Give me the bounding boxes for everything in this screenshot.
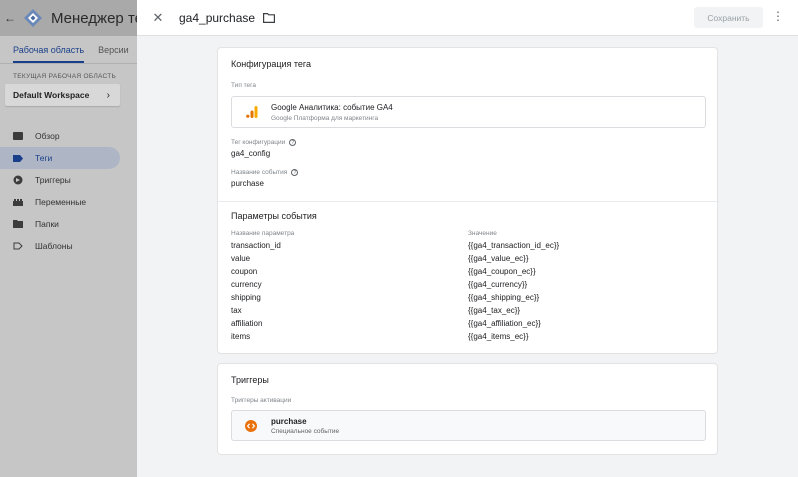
template-icon xyxy=(13,241,23,251)
sidebar-item-label: Триггеры xyxy=(35,175,71,185)
param-name: affiliation xyxy=(231,319,263,328)
tab-versions[interactable]: Версии xyxy=(98,45,129,63)
param-value: {{ga4_tax_ec}} xyxy=(468,306,521,315)
tag-type-selector[interactable]: Google Аналитика: событие GA4 Google Пла… xyxy=(231,96,706,128)
param-value: {{ga4_transaction_id_ec}} xyxy=(468,241,560,250)
help-icon[interactable]: ? xyxy=(289,139,297,146)
param-name: shipping xyxy=(231,293,261,302)
param-value: {{ga4_shipping_ec}} xyxy=(468,293,540,302)
google-analytics-icon xyxy=(246,106,258,118)
tag-editor-panel: ✕ ga4_purchase Сохранить ⋮ Конфигурация … xyxy=(137,0,798,477)
card-title: Конфигурация тега xyxy=(231,59,312,69)
tag-icon xyxy=(13,153,23,163)
param-name: tax xyxy=(231,306,242,315)
sidebar-tabs: Рабочая область Версии xyxy=(0,38,137,64)
config-tag-value: ga4_config xyxy=(231,149,271,158)
sidebar-item-label: Переменные xyxy=(35,197,87,207)
event-name-value: purchase xyxy=(231,179,264,188)
param-name-header: Название параметра xyxy=(231,230,295,237)
app-title: Менеджер тегов xyxy=(51,9,137,27)
sidebar-item-overview[interactable]: Обзор xyxy=(0,125,120,147)
param-value: {{ga4_currency}} xyxy=(468,280,528,289)
event-params-title: Параметры события xyxy=(231,211,317,221)
tab-workspace[interactable]: Рабочая область xyxy=(13,45,85,63)
overview-icon xyxy=(13,131,23,141)
event-name-label: Название события? xyxy=(231,169,299,177)
save-button[interactable]: Сохранить xyxy=(694,7,763,28)
tag-type-subtitle: Google Платформа для маркетинга xyxy=(271,114,379,122)
trigger-type: Специальное событие xyxy=(271,427,340,435)
tag-type-text: Google Аналитика: событие GA4 Google Пла… xyxy=(271,103,393,122)
sidebar-item-folders[interactable]: Папки xyxy=(0,213,120,235)
folder-icon[interactable] xyxy=(263,12,276,23)
sidebar-item-label: Теги xyxy=(35,153,53,163)
table-row: coupon {{ga4_coupon_ec}} xyxy=(231,267,711,280)
trigger-item-purchase[interactable]: purchase Специальное событие xyxy=(231,410,706,441)
workspace-name: Default Workspace xyxy=(13,90,90,100)
variables-icon xyxy=(13,197,23,207)
tag-name-title[interactable]: ga4_purchase xyxy=(179,11,255,25)
param-name: transaction_id xyxy=(231,241,281,250)
config-tag-label: Тег конфигурации? xyxy=(231,139,297,147)
trigger-name: purchase xyxy=(271,416,307,426)
sidebar-item-label: Обзор xyxy=(35,131,60,141)
sidebar-item-label: Шаблоны xyxy=(35,241,73,251)
param-name: currency xyxy=(231,280,262,289)
editor-topbar: ✕ ga4_purchase Сохранить ⋮ xyxy=(137,0,798,36)
chevron-right-icon: › xyxy=(106,89,110,101)
param-value: {{ga4_items_ec}} xyxy=(468,332,529,341)
card-title: Триггеры xyxy=(231,375,269,385)
triggers-card: Триггеры Триггеры активации purchase Спе… xyxy=(217,363,718,455)
table-row: currency {{ga4_currency}} xyxy=(231,280,711,293)
param-value: {{ga4_affiliation_ec}} xyxy=(468,319,541,328)
table-row: transaction_id {{ga4_transaction_id_ec}} xyxy=(231,241,711,254)
tag-configuration-card: Конфигурация тега Тип тега Google Аналит… xyxy=(217,47,719,354)
custom-event-icon xyxy=(245,419,257,432)
config-tag-label-text: Тег конфигурации xyxy=(231,139,286,147)
sidebar-header: ← Менеджер тегов xyxy=(0,0,137,36)
sidebar: ← Менеджер тегов Рабочая область Версии … xyxy=(0,0,137,477)
sidebar-item-tags[interactable]: Теги xyxy=(0,147,120,169)
gtm-logo-icon xyxy=(24,9,42,27)
table-row: tax {{ga4_tax_ec}} xyxy=(231,306,711,319)
close-icon[interactable]: ✕ xyxy=(151,10,165,26)
param-value-header: Значение xyxy=(468,230,497,237)
param-value: {{ga4_coupon_ec}} xyxy=(468,267,536,276)
workspace-selector[interactable]: Default Workspace › xyxy=(5,84,120,106)
trigger-text: purchase Специальное событие xyxy=(271,417,339,435)
more-vert-icon[interactable]: ⋮ xyxy=(772,10,784,22)
tag-type-name: Google Аналитика: событие GA4 xyxy=(271,102,393,112)
divider xyxy=(218,201,719,202)
table-row: affiliation {{ga4_affiliation_ec}} xyxy=(231,319,711,332)
table-row: items {{ga4_items_ec}} xyxy=(231,332,711,345)
sidebar-item-label: Папки xyxy=(35,219,59,229)
sidebar-item-templates[interactable]: Шаблоны xyxy=(0,235,120,257)
param-value: {{ga4_value_ec}} xyxy=(468,254,529,263)
sidebar-item-variables[interactable]: Переменные xyxy=(0,191,120,213)
param-name: items xyxy=(231,332,251,341)
sidebar-nav: Обзор Теги Триггеры Переменные Папки Шаб… xyxy=(0,125,137,257)
tag-type-label: Тип тега xyxy=(231,82,257,89)
param-name: value xyxy=(231,254,251,263)
firing-triggers-label: Триггеры активации xyxy=(231,397,292,404)
table-row: shipping {{ga4_shipping_ec}} xyxy=(231,293,711,306)
workspace-label: ТЕКУЩАЯ РАБОЧАЯ ОБЛАСТЬ xyxy=(13,73,117,80)
help-icon[interactable]: ? xyxy=(291,169,299,176)
table-row: value {{ga4_value_ec}} xyxy=(231,254,711,267)
event-name-label-text: Название события xyxy=(231,169,288,177)
trigger-icon xyxy=(13,175,23,185)
arrow-left-icon[interactable]: ← xyxy=(4,11,16,25)
sidebar-item-triggers[interactable]: Триггеры xyxy=(0,169,120,191)
folder-icon xyxy=(13,219,23,229)
param-name: coupon xyxy=(231,267,258,276)
